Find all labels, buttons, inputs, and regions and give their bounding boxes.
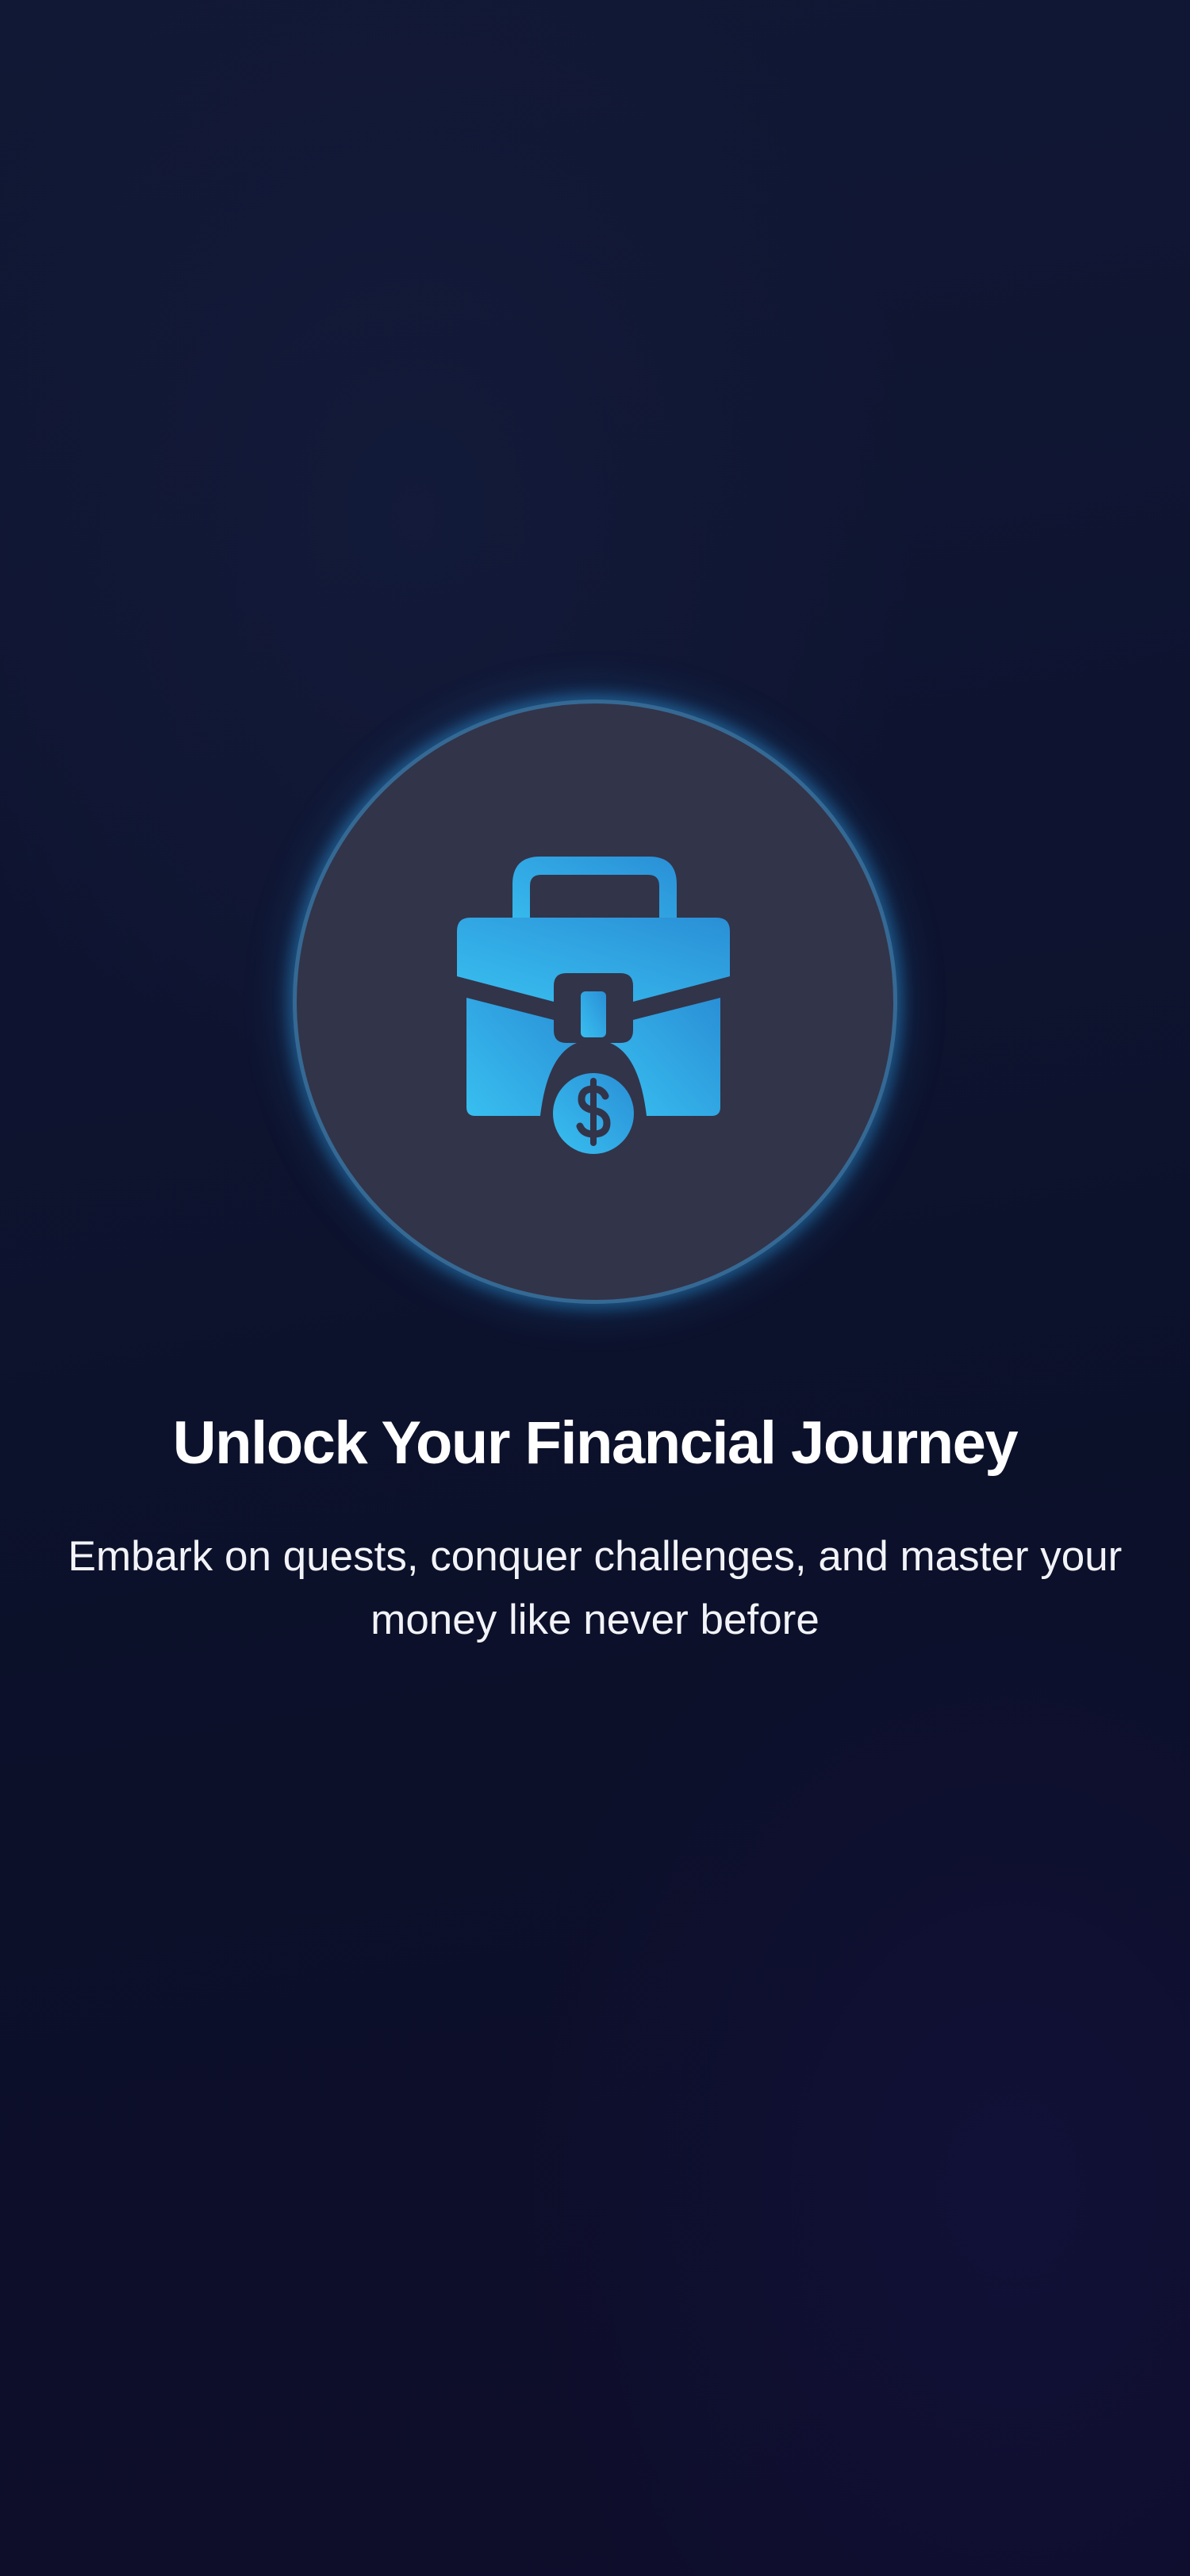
page-subtitle: Embark on quests, conquer challenges, an… (67, 1533, 1123, 1643)
briefcase-dollar-icon (457, 857, 730, 1154)
page-title: Unlock Your Financial Journey (172, 1409, 1019, 1477)
onboarding-screen: Unlock Your Financial Journey Embark on … (0, 0, 1190, 2576)
